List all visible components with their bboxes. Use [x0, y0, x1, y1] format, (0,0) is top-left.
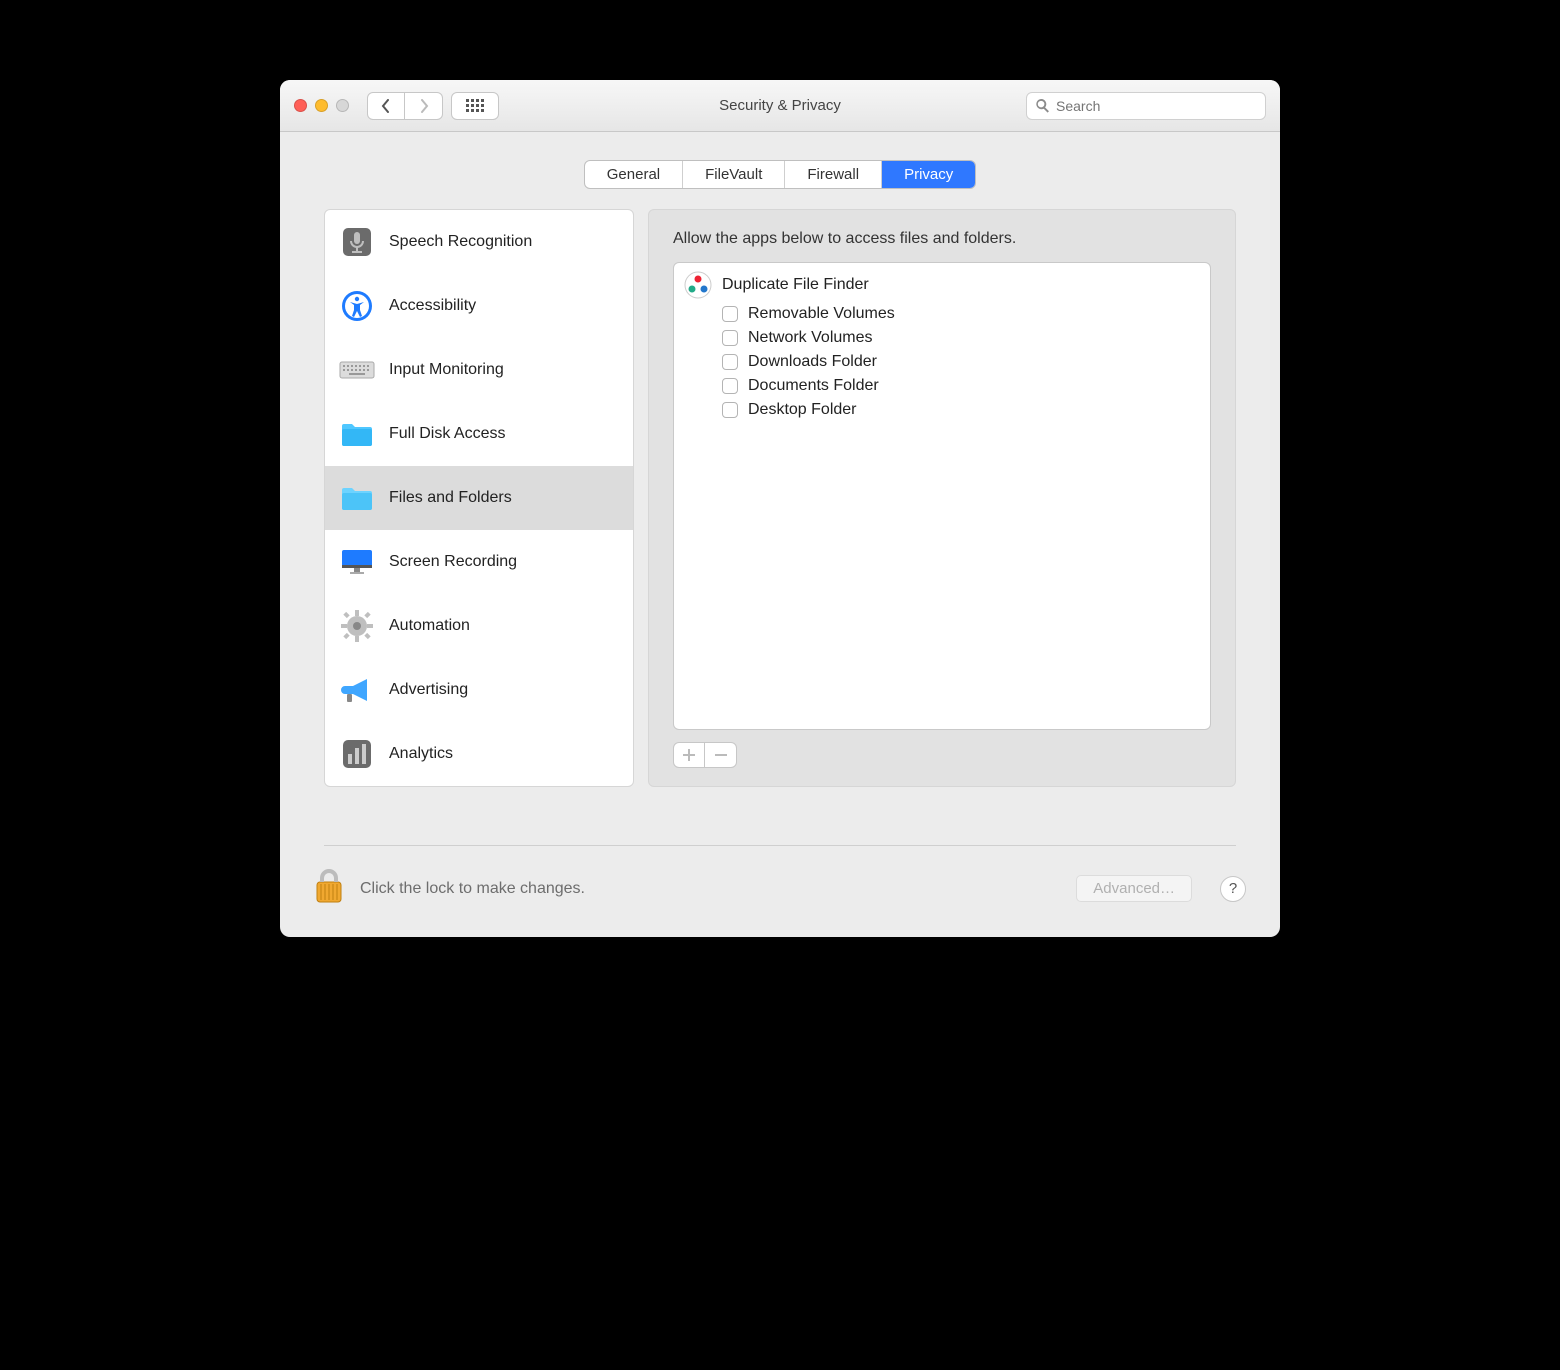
microphone-icon	[339, 224, 375, 260]
app-list: Duplicate File Finder Removable Volumes …	[673, 262, 1211, 730]
permission-checkbox[interactable]	[722, 330, 738, 346]
permission-label: Downloads Folder	[748, 353, 877, 371]
sidebar-item-full-disk-access[interactable]: Full Disk Access	[325, 402, 633, 466]
preferences-window: Security & Privacy General FileVault Fir…	[280, 80, 1280, 937]
lock-icon	[314, 868, 344, 909]
permission-label: Removable Volumes	[748, 305, 895, 323]
sidebar-item-input-monitoring[interactable]: Input Monitoring	[325, 338, 633, 402]
sidebar-item-label: Analytics	[389, 745, 453, 763]
lock-text: Click the lock to make changes.	[360, 880, 585, 898]
permission-checkbox[interactable]	[722, 354, 738, 370]
remove-button[interactable]	[705, 742, 737, 768]
sidebar-item-label: Screen Recording	[389, 553, 517, 571]
sidebar-item-accessibility[interactable]: Accessibility	[325, 274, 633, 338]
search-input[interactable]	[1056, 98, 1257, 114]
tab-firewall[interactable]: Firewall	[785, 161, 882, 188]
app-icon	[684, 271, 712, 299]
zoom-window-button[interactable]	[336, 99, 349, 112]
permission-label: Documents Folder	[748, 377, 879, 395]
folder-icon	[339, 480, 375, 516]
sidebar-item-label: Automation	[389, 617, 470, 635]
chevron-left-icon	[381, 99, 391, 113]
sidebar-item-files-and-folders[interactable]: Files and Folders	[325, 466, 633, 530]
sidebar-item-label: Full Disk Access	[389, 425, 505, 443]
permission-row: Removable Volumes	[722, 305, 1200, 323]
chevron-right-icon	[419, 99, 429, 113]
permission-checkbox[interactable]	[722, 402, 738, 418]
sidebar-item-label: Speech Recognition	[389, 233, 532, 251]
app-row: Duplicate File Finder	[684, 271, 1200, 299]
right-panel: Allow the apps below to access files and…	[648, 209, 1236, 787]
sidebar-item-analytics[interactable]: Analytics	[325, 722, 633, 786]
minimize-window-button[interactable]	[315, 99, 328, 112]
search-icon	[1035, 98, 1050, 113]
sidebar-item-automation[interactable]: Automation	[325, 594, 633, 658]
forward-button[interactable]	[405, 92, 443, 120]
bars-icon	[339, 736, 375, 772]
app-name: Duplicate File Finder	[722, 276, 869, 294]
content: Speech Recognition Accessibility Input M…	[280, 209, 1280, 805]
permission-label: Desktop Folder	[748, 401, 857, 419]
sidebar-item-label: Input Monitoring	[389, 361, 504, 379]
add-remove-group	[673, 742, 1211, 768]
keyboard-icon	[339, 352, 375, 388]
footer: Click the lock to make changes. Advanced…	[280, 846, 1280, 937]
sidebar-item-label: Advertising	[389, 681, 468, 699]
advanced-button[interactable]: Advanced…	[1076, 875, 1192, 902]
sidebar-item-label: Accessibility	[389, 297, 476, 315]
panel-description: Allow the apps below to access files and…	[673, 230, 1211, 248]
sidebar-item-advertising[interactable]: Advertising	[325, 658, 633, 722]
add-button[interactable]	[673, 742, 705, 768]
tabs-row: General FileVault Firewall Privacy	[280, 132, 1280, 209]
display-icon	[339, 544, 375, 580]
lock-area[interactable]: Click the lock to make changes.	[314, 868, 585, 909]
permission-label: Network Volumes	[748, 329, 873, 347]
search-field[interactable]	[1026, 92, 1266, 120]
back-button[interactable]	[367, 92, 405, 120]
sidebar-item-label: Files and Folders	[389, 489, 512, 507]
grid-icon	[466, 99, 484, 113]
permission-checkbox[interactable]	[722, 378, 738, 394]
help-button[interactable]: ?	[1220, 876, 1246, 902]
permission-row: Documents Folder	[722, 377, 1200, 395]
permission-row: Downloads Folder	[722, 353, 1200, 371]
accessibility-icon	[339, 288, 375, 324]
minus-icon	[715, 749, 727, 761]
permission-row: Desktop Folder	[722, 401, 1200, 419]
close-window-button[interactable]	[294, 99, 307, 112]
tab-privacy[interactable]: Privacy	[882, 161, 975, 188]
show-all-button[interactable]	[451, 92, 499, 120]
sidebar: Speech Recognition Accessibility Input M…	[324, 209, 634, 787]
gear-icon	[339, 608, 375, 644]
sidebar-item-speech-recognition[interactable]: Speech Recognition	[325, 210, 633, 274]
nav-buttons	[367, 92, 443, 120]
tab-general[interactable]: General	[585, 161, 683, 188]
megaphone-icon	[339, 672, 375, 708]
tab-filevault[interactable]: FileVault	[683, 161, 785, 188]
folder-icon	[339, 416, 375, 452]
permission-checkbox[interactable]	[722, 306, 738, 322]
titlebar: Security & Privacy	[280, 80, 1280, 132]
sidebar-item-screen-recording[interactable]: Screen Recording	[325, 530, 633, 594]
tabs: General FileVault Firewall Privacy	[584, 160, 977, 189]
plus-icon	[683, 749, 695, 761]
permission-row: Network Volumes	[722, 329, 1200, 347]
traffic-lights	[294, 99, 349, 112]
